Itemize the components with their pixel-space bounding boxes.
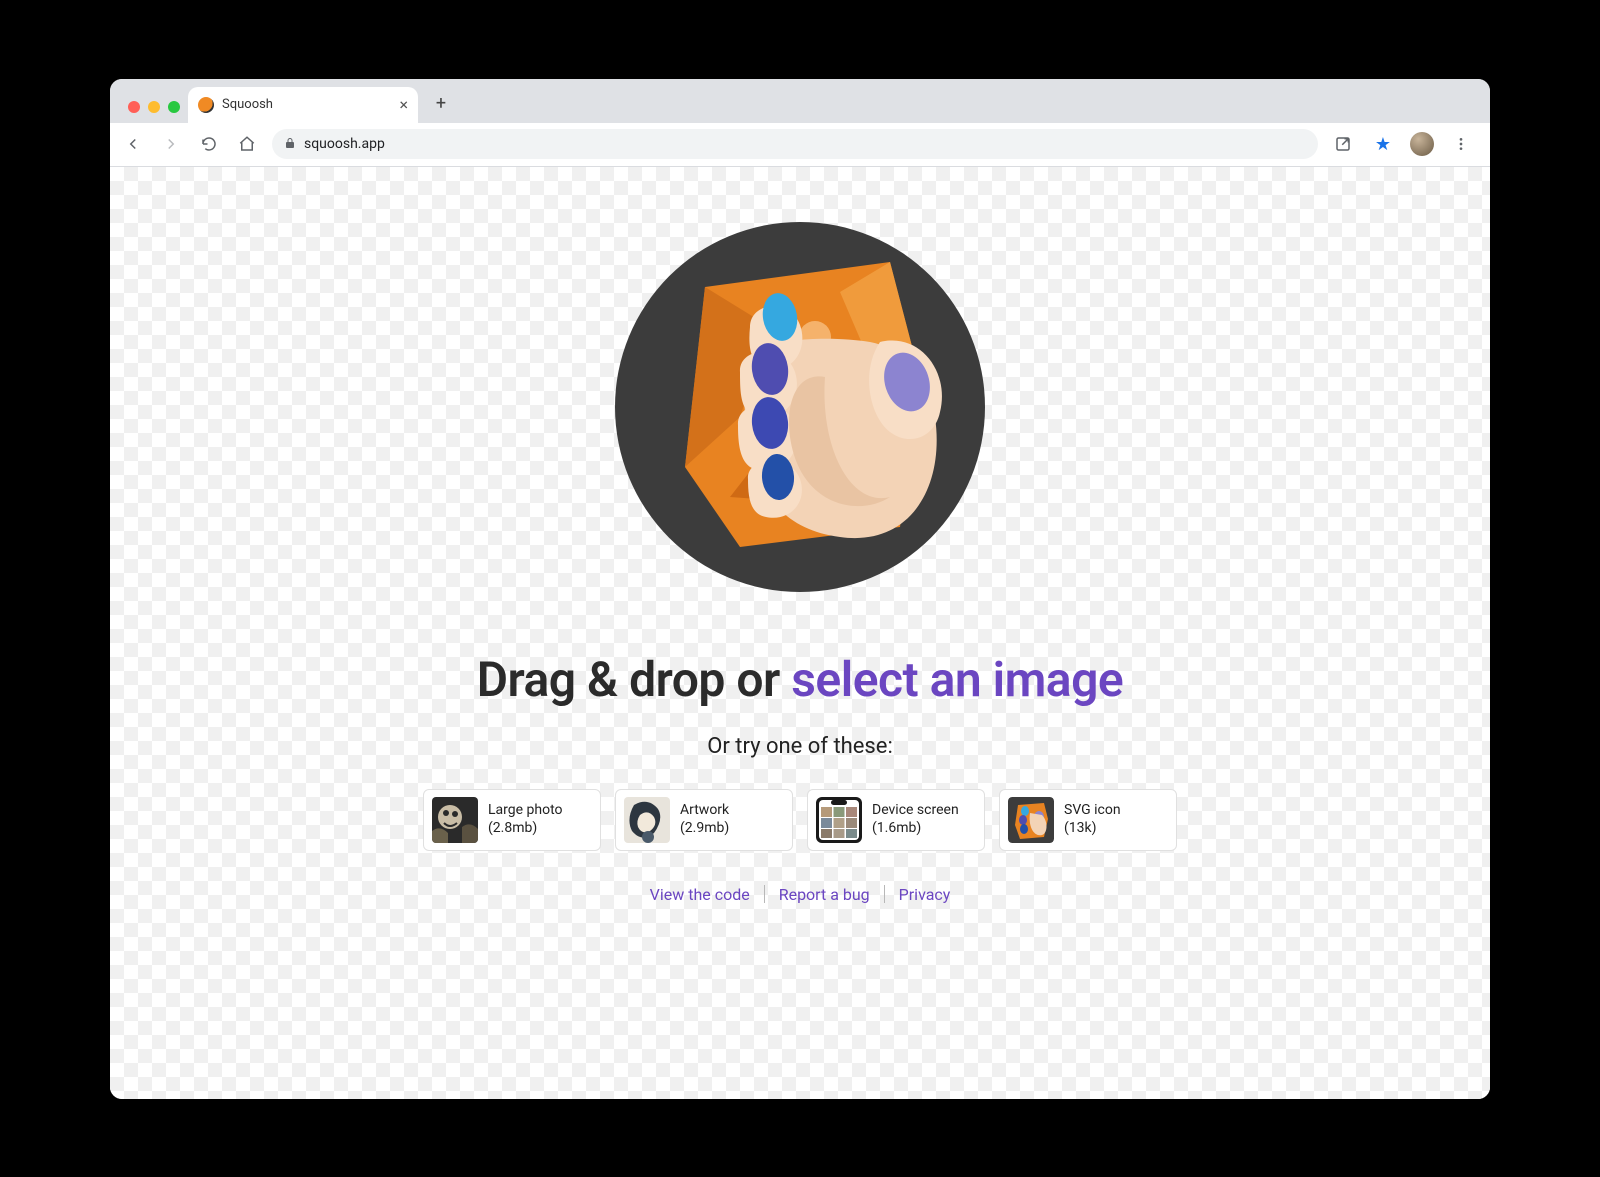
sample-size: (13k): [1064, 820, 1121, 838]
link-view-code[interactable]: View the code: [650, 885, 750, 904]
separator: [764, 885, 765, 903]
sample-cards: Large photo (2.8mb) Artwork (2.9mb): [423, 789, 1177, 851]
toolbar-right: ★: [1330, 131, 1480, 157]
headline-prefix: Drag & drop or: [477, 651, 791, 708]
sample-artwork[interactable]: Artwork (2.9mb): [615, 789, 793, 851]
window-maximize-icon[interactable]: [168, 101, 180, 113]
sample-size: (2.8mb): [488, 820, 563, 838]
sample-label: Device screen: [872, 802, 959, 820]
separator: [884, 885, 885, 903]
headline: Drag & drop or select an image: [477, 651, 1123, 708]
sample-thumb-icon: [1008, 797, 1054, 843]
window-minimize-icon[interactable]: [148, 101, 160, 113]
link-privacy[interactable]: Privacy: [899, 885, 951, 904]
window-controls: [120, 101, 188, 123]
sample-label: SVG icon: [1064, 802, 1121, 820]
sample-thumb-icon: [624, 797, 670, 843]
toolbar: squoosh.app ★: [110, 123, 1490, 167]
address-bar[interactable]: squoosh.app: [272, 129, 1318, 159]
sample-thumb-icon: [432, 797, 478, 843]
home-button[interactable]: [234, 131, 260, 157]
drop-zone[interactable]: Drag & drop or select an image Or try on…: [110, 167, 1490, 1099]
sample-label: Artwork: [680, 802, 729, 820]
tab-title: Squoosh: [222, 97, 273, 112]
window-close-icon[interactable]: [128, 101, 140, 113]
install-app-icon[interactable]: [1330, 131, 1356, 157]
subhead: Or try one of these:: [707, 734, 893, 759]
reload-button[interactable]: [196, 131, 222, 157]
url-text: squoosh.app: [304, 136, 385, 152]
sample-thumb-icon: [816, 797, 862, 843]
sample-label: Large photo: [488, 802, 563, 820]
squoosh-logo-icon: [590, 197, 1010, 617]
footer-links: View the code Report a bug Privacy: [650, 885, 951, 904]
new-tab-button[interactable]: +: [426, 89, 456, 119]
back-button[interactable]: [120, 131, 146, 157]
browser-window: Squoosh × + squoosh.app ★: [110, 79, 1490, 1099]
sample-size: (1.6mb): [872, 820, 959, 838]
menu-button[interactable]: [1448, 131, 1474, 157]
browser-tab[interactable]: Squoosh ×: [188, 87, 418, 123]
sample-large-photo[interactable]: Large photo (2.8mb): [423, 789, 601, 851]
link-report-bug[interactable]: Report a bug: [779, 885, 870, 904]
sample-size: (2.9mb): [680, 820, 729, 838]
lock-icon: [284, 137, 296, 152]
profile-avatar[interactable]: [1410, 132, 1434, 156]
tab-close-icon[interactable]: ×: [399, 95, 408, 114]
tab-bar: Squoosh × +: [110, 79, 1490, 123]
favicon-icon: [198, 97, 214, 113]
forward-button[interactable]: [158, 131, 184, 157]
sample-svg-icon[interactable]: SVG icon (13k): [999, 789, 1177, 851]
select-image-link[interactable]: select an image: [791, 651, 1123, 708]
sample-device-screen[interactable]: Device screen (1.6mb): [807, 789, 985, 851]
bookmark-star-icon[interactable]: ★: [1370, 131, 1396, 157]
content-area: Drag & drop or select an image Or try on…: [110, 167, 1490, 1099]
